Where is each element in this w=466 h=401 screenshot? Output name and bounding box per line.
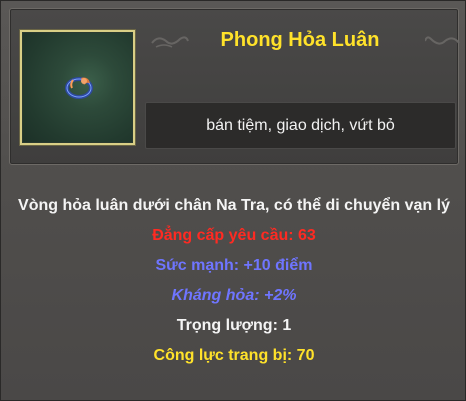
item-stats: Vòng hỏa luân dưới chân Na Tra, có thể d… [1,191,466,371]
strength-bonus: Sức mạnh: +10 điểm [155,257,313,274]
item-weight: Trọng lượng: 1 [176,317,292,334]
item-description: Vòng hỏa luân dưới chân Na Tra, có thể d… [18,197,450,214]
item-icon-slot[interactable] [20,30,135,145]
fire-wheel-icon [64,74,94,100]
item-header: Phong Hỏa Luân bán tiệm, giao dịch, vứt … [9,8,460,165]
trade-options: bán tiệm, giao dịch, vứt bỏ [145,102,456,149]
item-tooltip: Phong Hỏa Luân bán tiệm, giao dịch, vứt … [0,0,466,401]
item-name: Phong Hỏa Luân [220,29,380,51]
equip-power: Công lực trang bị: 70 [153,347,315,364]
level-requirement: Đẳng cấp yêu cầu: 63 [152,227,316,244]
fire-resistance-bonus: Kháng hỏa: +2% [171,287,297,304]
